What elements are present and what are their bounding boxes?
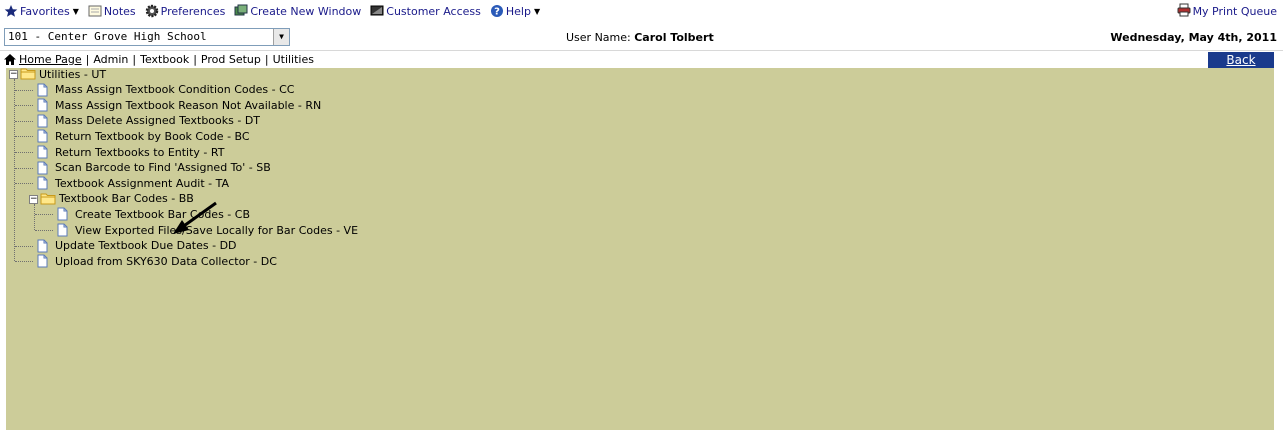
note-icon	[88, 4, 102, 18]
breadcrumb-home-link[interactable]: Home Page	[19, 53, 82, 66]
current-date: Wednesday, May 4th, 2011	[1110, 31, 1277, 44]
create-new-window-label: Create New Window	[250, 4, 362, 18]
favorites-label: Favorites	[20, 4, 70, 18]
breadcrumb-item-utilities[interactable]: Utilities	[273, 53, 314, 66]
svg-text:?: ?	[494, 7, 500, 18]
print-queue-button[interactable]: My Print Queue	[1177, 3, 1277, 20]
notes-label: Notes	[103, 4, 136, 18]
breadcrumb-bar: Home Page | Admin | Textbook | Prod Setu…	[0, 50, 1283, 69]
favorites-menu[interactable]: Favorites ▼	[4, 2, 79, 20]
chevron-down-icon: ▼	[72, 6, 79, 16]
star-icon	[4, 4, 18, 18]
print-queue-label: My Print Queue	[1192, 5, 1277, 18]
arrow-head	[173, 220, 189, 234]
breadcrumb-separator: |	[85, 53, 90, 66]
preferences-label: Preferences	[160, 4, 226, 18]
breadcrumb-item-prod-setup[interactable]: Prod Setup	[201, 53, 261, 66]
utilities-tree-panel: − Utilities - UT Mass Assign Textbook Cond…	[6, 68, 1274, 430]
chevron-down-icon: ▼	[533, 6, 541, 16]
user-name-label: User Name:	[566, 31, 631, 44]
create-new-window-button[interactable]: Create New Window	[234, 2, 361, 20]
preferences-button[interactable]: Preferences	[145, 2, 226, 20]
info-row: 101 - Center Grove High School ▼ User Na…	[0, 28, 1283, 48]
school-select-value: 101 - Center Grove High School	[8, 30, 207, 43]
school-select[interactable]: 101 - Center Grove High School ▼	[4, 28, 290, 46]
chevron-down-icon[interactable]: ▼	[273, 29, 289, 45]
user-name-value: Carol Tolbert	[634, 31, 714, 44]
notes-button[interactable]: Notes	[88, 2, 136, 20]
printer-icon	[1177, 3, 1191, 20]
breadcrumb-separator: |	[264, 53, 269, 66]
user-name-display: User Name: Carol Tolbert	[566, 31, 714, 44]
help-menu[interactable]: ? Help ▼	[490, 2, 540, 20]
customer-access-button[interactable]: Customer Access	[370, 2, 481, 20]
breadcrumb-separator: |	[193, 53, 197, 66]
help-label: Help	[505, 4, 531, 18]
top-toolbar: Favorites ▼ Notes Preferences Create New…	[0, 0, 1283, 22]
back-button[interactable]: Back	[1208, 52, 1274, 69]
arrow-annotation	[173, 201, 217, 234]
breadcrumb: Home Page | Admin | Textbook | Prod Setu…	[4, 53, 314, 66]
new-window-icon	[234, 4, 248, 18]
help-icon: ?	[490, 4, 504, 18]
monitor-icon	[370, 4, 384, 18]
breadcrumb-item-textbook[interactable]: Textbook	[140, 53, 189, 66]
breadcrumb-item-admin[interactable]: Admin	[93, 53, 128, 66]
customer-access-label: Customer Access	[386, 4, 481, 18]
gear-icon	[145, 4, 159, 18]
home-icon[interactable]	[4, 54, 16, 65]
breadcrumb-separator: |	[132, 53, 137, 66]
